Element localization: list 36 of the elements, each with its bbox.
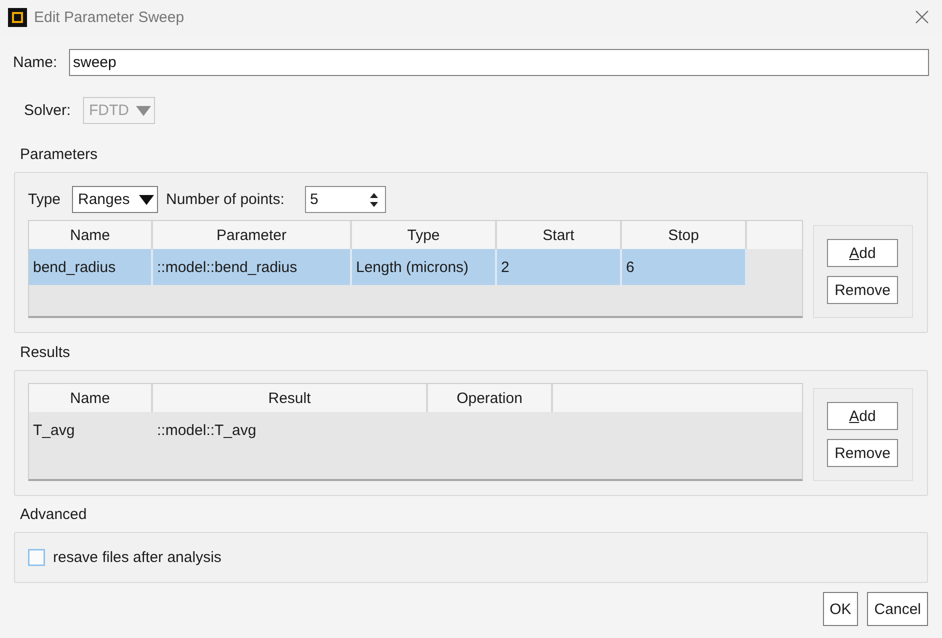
section-title: Advanced	[19, 506, 87, 524]
name-input[interactable]: sweep	[69, 49, 929, 76]
name-label: Name:	[13, 54, 58, 71]
section-title: Results	[19, 344, 70, 362]
app-icon	[8, 8, 27, 26]
add-button[interactable]: Add	[827, 239, 898, 267]
window-title: Edit Parameter Sweep	[34, 8, 186, 26]
option-label[interactable]: resave files after analysis	[53, 549, 222, 566]
table-cell-text: ::model::T_avg	[156, 420, 258, 440]
cancel-button[interactable]: Cancel	[867, 592, 928, 626]
column-header[interactable]: Operation	[428, 384, 553, 412]
close-icon[interactable]	[915, 10, 929, 24]
table-cell: Length (microns)	[352, 249, 497, 285]
column-header[interactable]: Result	[153, 384, 428, 412]
solver-label: Solver:	[24, 102, 72, 119]
section-title: Parameters	[19, 146, 98, 164]
table-row[interactable]: bend_radius ::model::bend_radius Length (microns) 2 6	[29, 249, 747, 285]
ok-button[interactable]: OK	[822, 592, 858, 626]
table-cell: bend_radius	[29, 249, 153, 285]
type-label: Type	[28, 191, 62, 208]
checkbox[interactable]	[28, 549, 45, 566]
caret-icon	[139, 194, 154, 204]
table-cell: 2	[497, 249, 622, 285]
remove-button[interactable]: Remove	[827, 439, 898, 467]
table-row[interactable]: T_avg ::model::T_avg	[29, 412, 553, 448]
type-dropdown[interactable]: Ranges	[72, 186, 158, 213]
points-spinbox[interactable]: 5	[305, 186, 386, 213]
add-button[interactable]: Add	[827, 402, 898, 430]
caret-icon	[136, 106, 151, 116]
table-cell-text: T_avg	[32, 420, 76, 440]
spin-arrows-icon[interactable]	[370, 192, 378, 206]
remove-button[interactable]: Remove	[827, 276, 898, 304]
points-label: Number of points:	[166, 191, 286, 208]
table-cell: ::model::bend_radius	[153, 249, 352, 285]
table-cell: 6	[622, 249, 747, 285]
column-header[interactable]: Name	[29, 384, 153, 412]
